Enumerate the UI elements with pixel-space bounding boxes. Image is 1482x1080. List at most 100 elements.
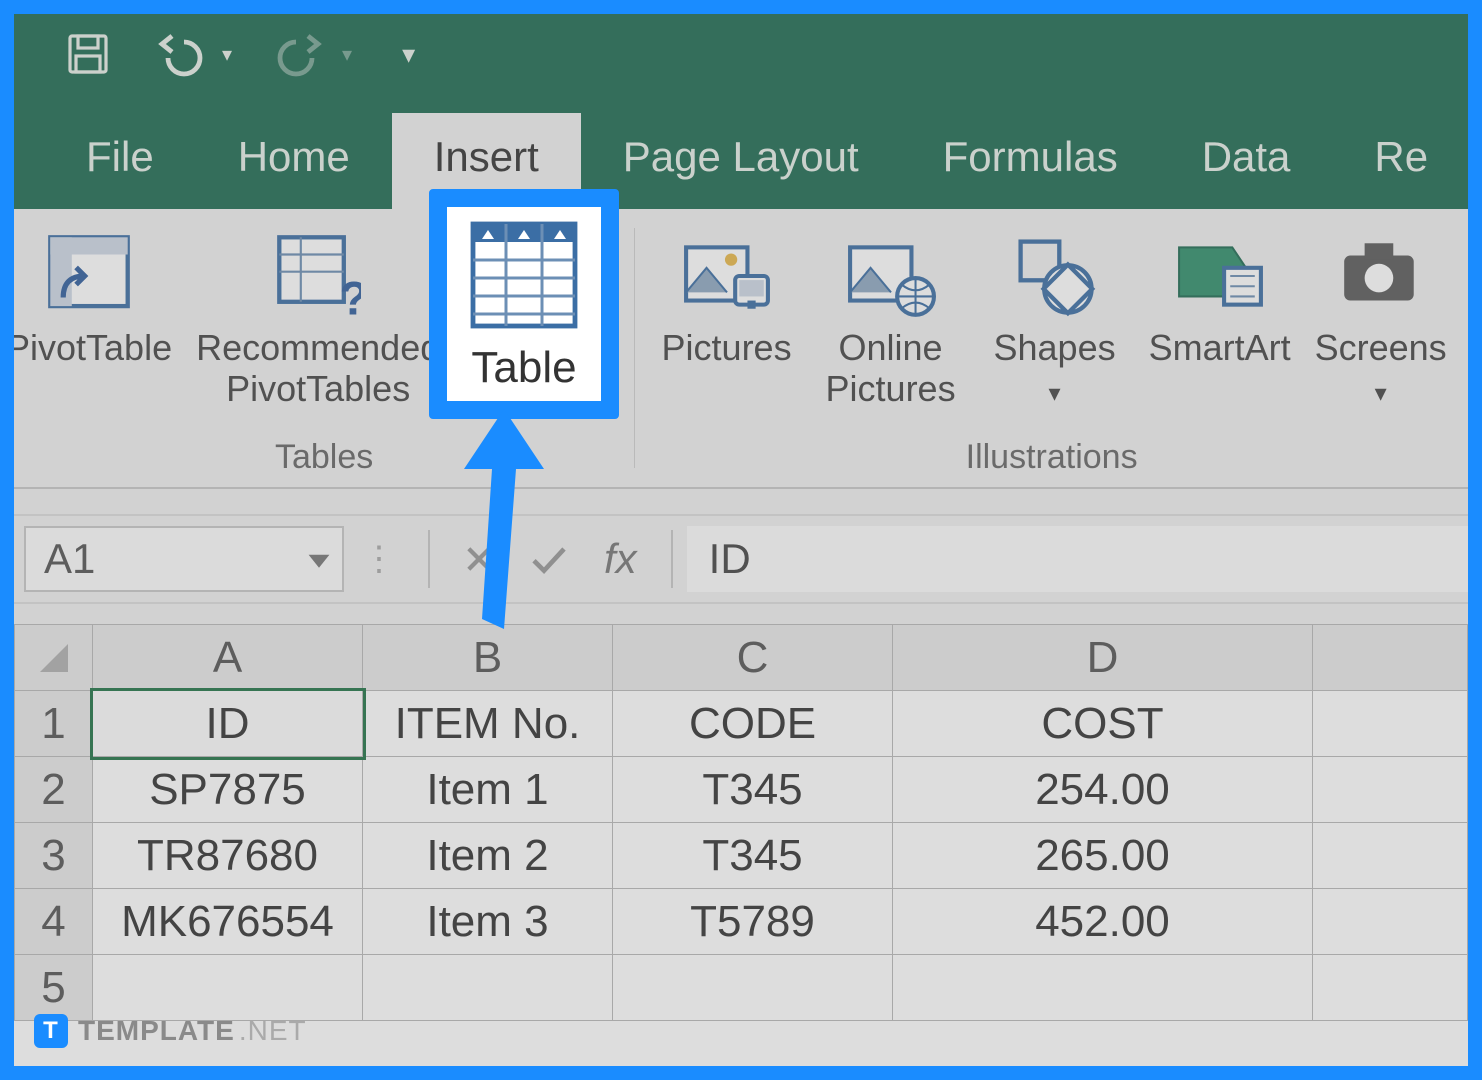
row-header-5[interactable]: 5: [15, 955, 93, 1021]
table-row: 2 SP7875 Item 1 T345 254.00: [15, 757, 1468, 823]
name-box-value: A1: [44, 535, 95, 583]
formula-options-icon[interactable]: ⋮: [344, 539, 414, 579]
row-header-1[interactable]: 1: [15, 691, 93, 757]
formula-input[interactable]: [687, 526, 1468, 592]
save-button[interactable]: [64, 30, 112, 78]
row-header-3[interactable]: 3: [15, 823, 93, 889]
cell[interactable]: Item 1: [363, 757, 613, 823]
cell[interactable]: 265.00: [893, 823, 1313, 889]
pivot-table-icon: [46, 233, 132, 319]
table-button-label: Table: [471, 343, 576, 393]
formula-bar: A1 ⋮ fx: [14, 514, 1468, 604]
cell[interactable]: T345: [613, 823, 893, 889]
insert-function-button[interactable]: fx: [604, 535, 637, 583]
group-label-illustrations: Illustrations: [966, 438, 1138, 483]
ribbon-group-illustrations: Pictures Online Pictures: [635, 209, 1468, 487]
tab-file[interactable]: File: [44, 113, 196, 209]
cell[interactable]: 452.00: [893, 889, 1313, 955]
cell[interactable]: [1313, 823, 1468, 889]
x-icon: [462, 542, 496, 576]
undo-dropdown-icon[interactable]: ▾: [222, 42, 232, 67]
col-header-b[interactable]: B: [363, 625, 613, 691]
quick-access-toolbar: ▾ ▾ ▾: [14, 14, 1468, 94]
cell[interactable]: [93, 955, 363, 1021]
watermark-brand: TEMPLATE: [78, 1015, 235, 1047]
screenshot-label: Screens▾: [1315, 327, 1447, 410]
name-box[interactable]: A1: [24, 526, 344, 592]
redo-button[interactable]: [272, 30, 328, 78]
table-row: 4 MK676554 Item 3 T5789 452.00: [15, 889, 1468, 955]
watermark: T TEMPLATE.NET: [34, 1014, 307, 1048]
name-box-dropdown-icon[interactable]: [306, 535, 332, 583]
pivot-table-button[interactable]: PivotTable: [14, 217, 172, 410]
screenshot-icon: [1336, 233, 1426, 319]
cancel-formula-button[interactable]: [444, 542, 514, 576]
cell[interactable]: [1313, 955, 1468, 1021]
spreadsheet-grid[interactable]: A B C D 1 ID ITEM No. CODE COST 2 SP7875…: [14, 624, 1468, 1066]
cell[interactable]: MK676554: [93, 889, 363, 955]
cell[interactable]: [893, 955, 1313, 1021]
undo-icon: [152, 30, 208, 78]
pictures-button[interactable]: Pictures: [657, 217, 797, 410]
online-pictures-label: Online Pictures: [826, 327, 956, 410]
smartart-label: SmartArt: [1149, 327, 1291, 368]
save-icon: [64, 30, 112, 78]
undo-button[interactable]: [152, 30, 208, 78]
cell-a1[interactable]: ID: [93, 691, 363, 757]
online-pictures-button[interactable]: Online Pictures: [821, 217, 961, 410]
watermark-logo-icon: T: [34, 1014, 68, 1048]
cell-b1[interactable]: ITEM No.: [363, 691, 613, 757]
table-row: 5: [15, 955, 1468, 1021]
cell[interactable]: [1313, 691, 1468, 757]
cell[interactable]: [1313, 889, 1468, 955]
table-button-highlight[interactable]: Table: [429, 189, 619, 419]
cell-c1[interactable]: CODE: [613, 691, 893, 757]
cell-d1[interactable]: COST: [893, 691, 1313, 757]
shapes-label: Shapes▾: [994, 327, 1116, 410]
table-icon: [464, 215, 584, 335]
select-all-corner[interactable]: [15, 625, 93, 691]
pictures-icon: [682, 233, 772, 319]
shapes-button[interactable]: Shapes▾: [985, 217, 1125, 410]
watermark-suffix: .NET: [239, 1015, 307, 1047]
table-row: 1 ID ITEM No. CODE COST: [15, 691, 1468, 757]
cell[interactable]: SP7875: [93, 757, 363, 823]
cell[interactable]: 254.00: [893, 757, 1313, 823]
tab-formulas[interactable]: Formulas: [901, 113, 1160, 209]
qat-customize-icon[interactable]: ▾: [402, 39, 415, 70]
redo-dropdown-icon[interactable]: ▾: [342, 42, 352, 67]
divider: [428, 530, 430, 588]
ribbon-insert: PivotTable ? Recommended PivotTables: [14, 209, 1468, 489]
recommended-pivot-button[interactable]: ? Recommended PivotTables: [196, 217, 440, 410]
row-header-4[interactable]: 4: [15, 889, 93, 955]
pivot-table-label: PivotTable: [14, 327, 172, 368]
smartart-button[interactable]: SmartArt: [1149, 217, 1291, 410]
tab-home[interactable]: Home: [196, 113, 392, 209]
cell[interactable]: [613, 955, 893, 1021]
cell[interactable]: TR87680: [93, 823, 363, 889]
table-row: 3 TR87680 Item 2 T345 265.00: [15, 823, 1468, 889]
divider: [671, 530, 673, 588]
shapes-icon: [1012, 233, 1098, 319]
cell[interactable]: T345: [613, 757, 893, 823]
pictures-label: Pictures: [662, 327, 792, 368]
cell[interactable]: [1313, 757, 1468, 823]
cell[interactable]: Item 3: [363, 889, 613, 955]
screenshot-button[interactable]: Screens▾: [1315, 217, 1447, 410]
tab-data[interactable]: Data: [1160, 113, 1333, 209]
redo-icon: [272, 30, 328, 78]
online-pictures-icon: [846, 233, 936, 319]
row-header-2[interactable]: 2: [15, 757, 93, 823]
cell[interactable]: T5789: [613, 889, 893, 955]
svg-text:?: ?: [340, 273, 362, 319]
col-header-c[interactable]: C: [613, 625, 893, 691]
enter-formula-button[interactable]: [514, 542, 584, 576]
group-label-tables: Tables: [275, 438, 373, 483]
cell[interactable]: [363, 955, 613, 1021]
cell[interactable]: Item 2: [363, 823, 613, 889]
tab-review-partial[interactable]: Re: [1332, 113, 1468, 209]
col-header-extra[interactable]: [1313, 625, 1468, 691]
col-header-a[interactable]: A: [93, 625, 363, 691]
tab-page-layout[interactable]: Page Layout: [581, 113, 901, 209]
col-header-d[interactable]: D: [893, 625, 1313, 691]
